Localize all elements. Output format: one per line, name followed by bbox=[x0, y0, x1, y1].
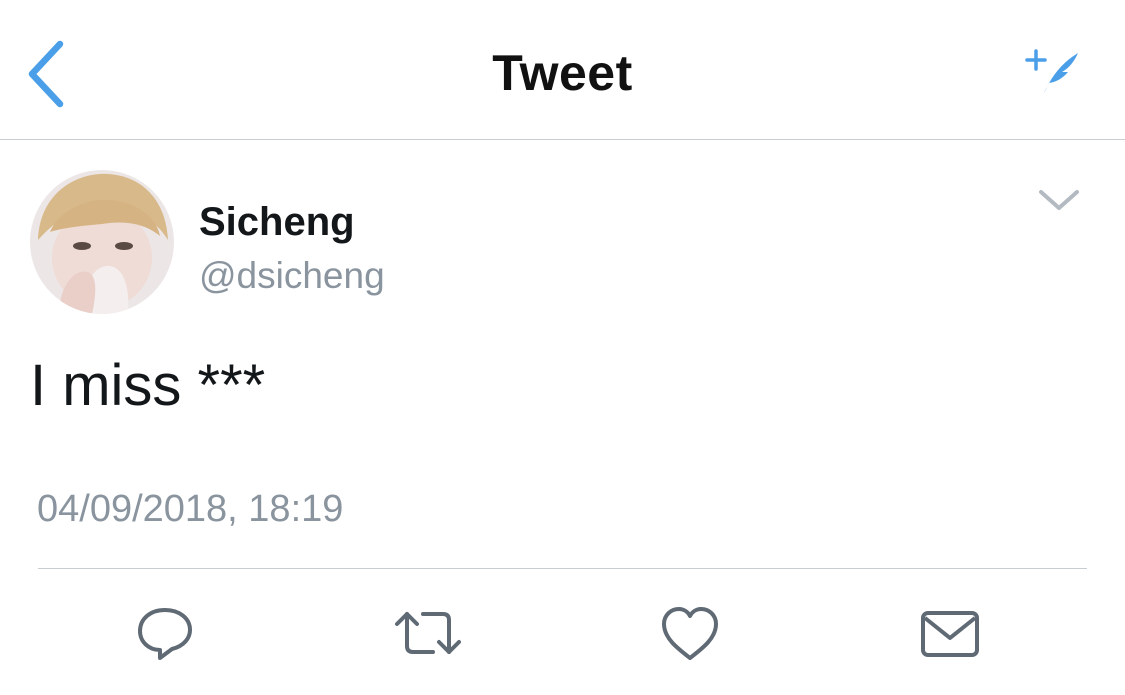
retweet-icon bbox=[395, 612, 461, 654]
tweet-detail: Sicheng @dsicheng I miss *** 04/09/2018,… bbox=[0, 140, 1125, 695]
avatar[interactable] bbox=[30, 170, 174, 314]
tweet-timestamp: 04/09/2018, 18:19 bbox=[37, 488, 344, 530]
page-title: Tweet bbox=[492, 45, 633, 101]
compose-tweet-icon bbox=[1025, 49, 1078, 93]
reply-bubble-icon bbox=[138, 608, 192, 660]
retweet-button[interactable] bbox=[393, 602, 463, 664]
display-name[interactable]: Sicheng bbox=[199, 200, 355, 245]
direct-message-button[interactable] bbox=[915, 602, 985, 664]
user-handle: @dsicheng bbox=[199, 255, 385, 296]
nav-bar: Tweet bbox=[0, 0, 1125, 140]
chevron-down-icon bbox=[1039, 190, 1079, 210]
reply-button[interactable] bbox=[130, 602, 200, 664]
heart-icon bbox=[662, 607, 718, 660]
divider bbox=[38, 568, 1087, 569]
tweet-text: I miss *** bbox=[30, 353, 266, 418]
envelope-icon bbox=[921, 611, 979, 657]
tweet-menu-button[interactable] bbox=[1036, 184, 1082, 214]
avatar-image bbox=[30, 170, 174, 314]
like-button[interactable] bbox=[655, 602, 725, 664]
compose-tweet-button[interactable] bbox=[1024, 48, 1084, 98]
